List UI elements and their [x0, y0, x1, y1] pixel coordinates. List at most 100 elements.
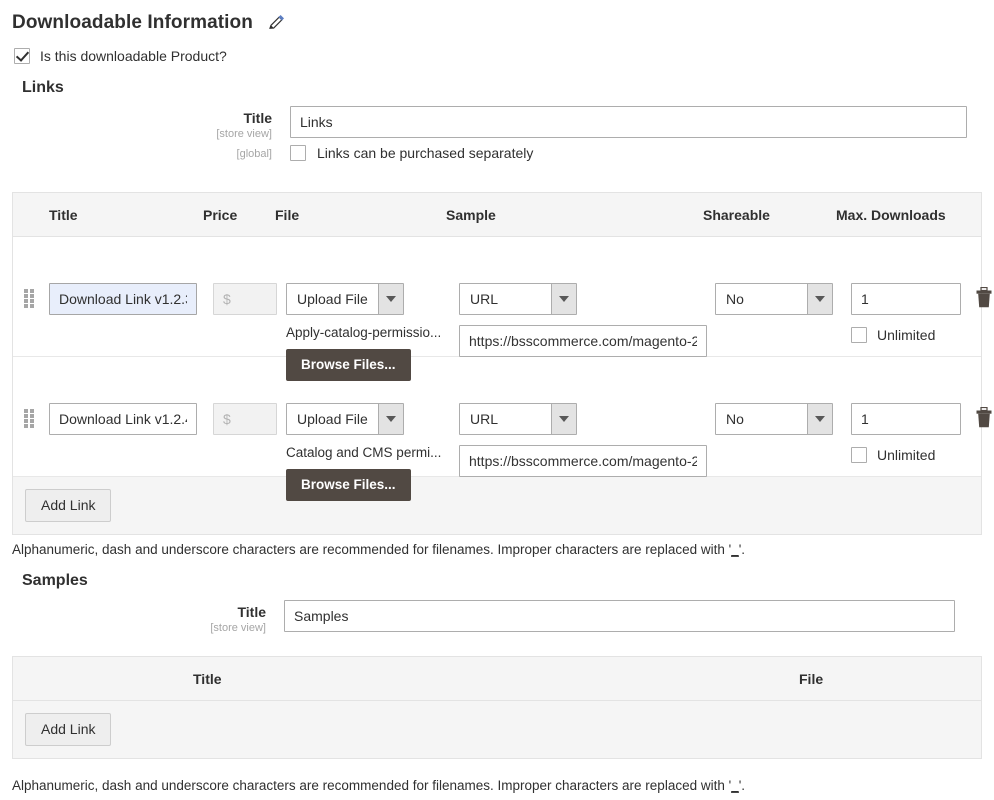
- link-max-downloads-input[interactable]: [851, 403, 961, 435]
- link-unlimited-label: Unlimited: [877, 327, 936, 343]
- links-purchased-separately-label: Links can be purchased separately: [317, 145, 534, 161]
- links-heading: Links: [22, 79, 64, 96]
- link-sample-url-input[interactable]: [459, 445, 707, 477]
- links-col-max-downloads: Max. Downloads: [836, 207, 946, 223]
- pencil-icon[interactable]: [267, 14, 285, 32]
- links-purchased-separately-control[interactable]: Links can be purchased separately: [290, 143, 533, 161]
- link-price-input[interactable]: [213, 283, 277, 315]
- links-grid-footer: Add Link: [13, 477, 981, 534]
- samples-title-label: Title: [237, 604, 266, 620]
- trash-icon[interactable]: [975, 286, 993, 309]
- samples-grid: Title File Add Link: [12, 656, 982, 759]
- link-title-input[interactable]: [49, 403, 197, 435]
- link-max-downloads-input[interactable]: [851, 283, 961, 315]
- links-purchased-separately-scope: [global]: [236, 148, 272, 160]
- samples-title-label-box: Title [store view]: [0, 600, 284, 634]
- link-shareable-select[interactable]: No: [715, 283, 833, 315]
- links-col-sample: Sample: [446, 207, 496, 223]
- samples-col-title: Title: [193, 671, 222, 687]
- samples-heading: Samples: [22, 572, 88, 589]
- section-header: Downloadable Information: [12, 12, 285, 34]
- link-max-downloads-cell: Unlimited: [851, 403, 961, 463]
- samples-title-field-row: Title [store view]: [0, 600, 955, 634]
- chevron-down-icon: [806, 284, 832, 314]
- samples-col-file: File: [799, 671, 824, 687]
- link-shareable-select[interactable]: No: [715, 403, 833, 435]
- links-grid-header: Title Price File Sample Shareable Max. D…: [13, 193, 981, 237]
- table-row: Upload File Catalog and CMS permi... Bro…: [13, 357, 992, 501]
- links-purchased-separately-row: [global] Links can be purchased separate…: [0, 143, 533, 161]
- links-grid: Title Price File Sample Shareable Max. D…: [12, 192, 992, 535]
- is-downloadable-product-checkbox[interactable]: [14, 48, 30, 64]
- samples-grid-header: Title File: [13, 657, 981, 701]
- link-title-cell: [49, 403, 197, 435]
- links-grid-body: Upload File Apply-catalog-permissio... B…: [13, 237, 992, 501]
- link-unlimited-checkbox[interactable]: [851, 447, 867, 463]
- samples-grid-footer: Add Link: [13, 701, 981, 758]
- chevron-down-icon: [550, 284, 576, 314]
- samples-title-scope: [store view]: [210, 622, 266, 634]
- links-filename-help-note: Alphanumeric, dash and underscore charac…: [12, 542, 745, 557]
- link-file-type-select[interactable]: Upload File: [286, 403, 404, 435]
- chevron-down-icon: [377, 284, 403, 314]
- samples-help-char: _: [731, 778, 739, 793]
- link-max-downloads-cell: Unlimited: [851, 283, 961, 343]
- samples-help-suffix: '.: [738, 778, 746, 793]
- link-shareable-value: No: [726, 411, 744, 427]
- link-title-input[interactable]: [49, 283, 197, 315]
- samples-help-prefix: Alphanumeric, dash and underscore charac…: [12, 778, 732, 793]
- table-row: Upload File Apply-catalog-permissio... B…: [13, 237, 992, 381]
- link-shareable-cell: No: [715, 403, 833, 435]
- link-sample-url-wrap: [459, 445, 709, 477]
- link-file-name: Catalog and CMS permi...: [286, 445, 442, 460]
- links-help-suffix: '.: [738, 542, 746, 557]
- link-file-type-value: Upload File: [297, 291, 368, 307]
- link-price-input[interactable]: [213, 403, 277, 435]
- link-sample-cell: URL: [459, 403, 709, 477]
- samples-filename-help-note: Alphanumeric, dash and underscore charac…: [12, 778, 745, 793]
- link-price-cell: [213, 283, 277, 315]
- add-sample-link-button[interactable]: Add Link: [25, 713, 112, 746]
- drag-handle-icon[interactable]: [24, 289, 36, 308]
- chevron-down-icon: [550, 404, 576, 434]
- link-title-cell: [49, 283, 197, 315]
- link-sample-url-wrap: [459, 325, 709, 357]
- link-unlimited-row[interactable]: Unlimited: [851, 447, 961, 463]
- link-price-cell: [213, 403, 277, 435]
- link-sample-type-value: URL: [470, 291, 499, 307]
- is-downloadable-product-row[interactable]: Is this downloadable Product?: [14, 48, 227, 64]
- samples-title-input[interactable]: [284, 600, 955, 632]
- links-title-label-box: Title [store view]: [0, 106, 290, 140]
- link-file-name: Apply-catalog-permissio...: [286, 325, 442, 340]
- links-col-price: Price: [203, 207, 238, 223]
- chevron-down-icon: [377, 404, 403, 434]
- link-shareable-value: No: [726, 291, 744, 307]
- link-file-type-value: Upload File: [297, 411, 368, 427]
- add-link-button[interactable]: Add Link: [25, 489, 112, 522]
- link-file-cell: Upload File Catalog and CMS permi... Bro…: [286, 403, 446, 501]
- links-col-file: File: [275, 207, 300, 223]
- link-sample-url-input[interactable]: [459, 325, 707, 357]
- link-sample-type-select[interactable]: URL: [459, 283, 577, 315]
- page-title: Downloadable Information: [12, 12, 253, 33]
- links-purchased-separately-label-box: [global]: [0, 143, 290, 161]
- links-title-field-row: Title [store view]: [0, 106, 967, 140]
- links-title-input[interactable]: [290, 106, 967, 138]
- links-col-title: Title: [49, 207, 78, 223]
- drag-handle-icon[interactable]: [24, 409, 36, 428]
- links-col-shareable: Shareable: [703, 207, 770, 223]
- link-file-type-select[interactable]: Upload File: [286, 283, 404, 315]
- link-sample-cell: URL: [459, 283, 709, 357]
- chevron-down-icon: [806, 404, 832, 434]
- link-unlimited-checkbox[interactable]: [851, 327, 867, 343]
- link-unlimited-label: Unlimited: [877, 447, 936, 463]
- is-downloadable-product-label: Is this downloadable Product?: [40, 48, 227, 64]
- link-sample-type-select[interactable]: URL: [459, 403, 577, 435]
- link-sample-type-value: URL: [470, 411, 499, 427]
- links-purchased-separately-checkbox[interactable]: [290, 145, 306, 161]
- links-title-scope: [store view]: [216, 128, 272, 140]
- downloadable-information-panel: Downloadable Information Is this downloa…: [0, 0, 994, 800]
- link-unlimited-row[interactable]: Unlimited: [851, 327, 961, 343]
- trash-icon[interactable]: [975, 406, 993, 429]
- browse-files-button[interactable]: Browse Files...: [286, 469, 411, 501]
